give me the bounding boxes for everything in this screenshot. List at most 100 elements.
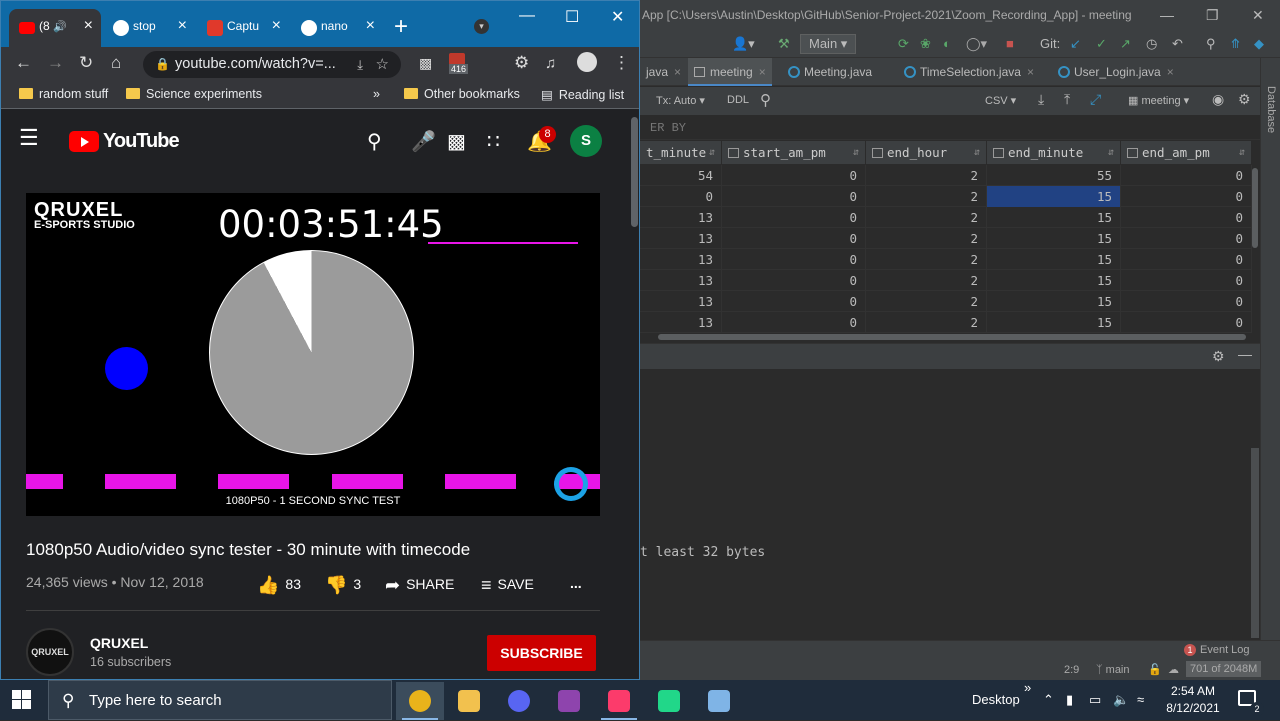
search-everywhere-icon[interactable]: ⚲ bbox=[1206, 36, 1216, 52]
coverage-icon[interactable]: ◐ bbox=[943, 36, 951, 51]
reload-icon[interactable]: ↻ bbox=[79, 53, 93, 73]
save-button[interactable]: ≡ SAVE bbox=[481, 575, 534, 596]
subscribe-button[interactable]: SUBSCRIBE bbox=[487, 635, 596, 671]
history-icon[interactable]: ◷ bbox=[1146, 36, 1157, 52]
search-icon[interactable]: ⚲ bbox=[367, 129, 382, 154]
tab-meeting[interactable]: meeting × bbox=[688, 58, 772, 86]
bookmark-star-icon[interactable]: ☆ bbox=[376, 51, 389, 78]
horizontal-scrollbar[interactable] bbox=[658, 334, 1246, 340]
media-control-icon[interactable]: ♫ bbox=[545, 55, 556, 72]
update-icon[interactable]: ⤊ bbox=[1230, 36, 1241, 52]
video-player[interactable]: QRUXEL E-SPORTS STUDIO 00:03:51:45 1080P… bbox=[26, 193, 600, 516]
bookmark-folder[interactable]: Science experiments bbox=[126, 87, 262, 101]
close-tab-icon[interactable]: × bbox=[178, 17, 187, 35]
table-cell[interactable]: 0 bbox=[1121, 165, 1252, 186]
youtube-logo-icon[interactable] bbox=[69, 131, 99, 152]
create-video-icon[interactable]: ▩ bbox=[447, 129, 466, 154]
taskbar-app-chrome[interactable] bbox=[396, 682, 444, 720]
table-cell[interactable]: 13 bbox=[640, 249, 722, 270]
channel-name[interactable]: QRUXEL bbox=[90, 635, 148, 651]
forward-icon[interactable]: → bbox=[47, 53, 64, 73]
lock-icon[interactable]: 🔓 bbox=[1148, 663, 1162, 676]
table-cell[interactable]: 15 bbox=[987, 207, 1121, 228]
close-tab-icon[interactable]: × bbox=[1027, 65, 1034, 79]
lock-icon[interactable]: 🔒 bbox=[155, 51, 170, 78]
run-config-dropdown[interactable]: Main ▾ bbox=[800, 34, 857, 54]
column-header[interactable]: end_am_pm ⇵ bbox=[1121, 141, 1252, 165]
table-cell[interactable]: 0 bbox=[1121, 186, 1252, 207]
column-header[interactable]: t_minute ⇵ bbox=[640, 141, 722, 165]
tab-timeselection-java[interactable]: TimeSelection.java × bbox=[898, 58, 1040, 86]
bookmark-folder[interactable]: random stuff bbox=[19, 87, 108, 101]
channel-avatar[interactable]: QRUXEL bbox=[26, 628, 74, 676]
apps-grid-icon[interactable]: ∷ bbox=[487, 129, 500, 154]
reading-list-button[interactable]: ▤ Reading list bbox=[541, 87, 624, 102]
wifi-icon[interactable]: ≈ bbox=[1137, 680, 1144, 720]
table-row[interactable]: 0 0 2 15 0 bbox=[640, 186, 1252, 207]
column-header[interactable]: end_minute ⇵ bbox=[987, 141, 1121, 165]
table-cell[interactable]: 0 bbox=[722, 228, 866, 249]
jetbrains-icon[interactable]: ◆ bbox=[1254, 36, 1264, 52]
upload-icon[interactable]: ⤒ bbox=[1064, 91, 1070, 108]
table-cell[interactable]: 2 bbox=[866, 270, 987, 291]
tab-user-login-java[interactable]: User_Login.java × bbox=[1052, 58, 1180, 86]
close-tab-icon[interactable]: × bbox=[674, 65, 681, 79]
microphone-icon[interactable]: 🎤 bbox=[411, 129, 436, 154]
bookmarks-overflow-button[interactable]: » bbox=[373, 87, 380, 101]
account-avatar[interactable]: S bbox=[570, 125, 602, 157]
user-icon[interactable]: 👤▾ bbox=[732, 36, 755, 52]
audio-playing-icon[interactable]: 🔊 bbox=[53, 21, 67, 33]
browser-tab-stop[interactable]: stop × bbox=[103, 9, 195, 47]
memory-indicator[interactable]: 701 of 2048M bbox=[1186, 661, 1262, 677]
ddl-button[interactable]: DDL bbox=[727, 94, 749, 106]
compare-icon[interactable]: ⤢ bbox=[1090, 91, 1101, 108]
share-button[interactable]: ➦ SHARE bbox=[385, 575, 454, 596]
table-cell[interactable]: 0 bbox=[1121, 312, 1252, 333]
tx-mode-dropdown[interactable]: Tx: Auto ▾ bbox=[656, 94, 705, 107]
new-tab-button[interactable]: + bbox=[394, 13, 408, 41]
menu-icon[interactable]: ⋮ bbox=[613, 53, 630, 73]
maximize-icon[interactable]: ☐ bbox=[565, 7, 579, 27]
close-tab-icon[interactable]: × bbox=[84, 17, 93, 35]
table-cell[interactable]: 15 bbox=[987, 249, 1121, 270]
bookmark-folder[interactable]: Other bookmarks bbox=[404, 87, 520, 101]
profile-icon[interactable]: ◯▾ bbox=[966, 36, 987, 52]
database-tool-strip[interactable]: Database bbox=[1260, 58, 1280, 658]
volume-icon[interactable]: 🔈 bbox=[1113, 680, 1129, 720]
table-row[interactable]: 54 0 2 55 0 bbox=[640, 165, 1252, 186]
git-commit-icon[interactable]: ✓ bbox=[1096, 36, 1107, 52]
taskbar-app-discord[interactable] bbox=[495, 682, 543, 720]
datasource-dropdown[interactable]: ▦ meeting ▾ bbox=[1128, 94, 1189, 107]
git-update-icon[interactable]: ↙ bbox=[1070, 36, 1081, 52]
sort-icon[interactable]: ⇵ bbox=[1239, 141, 1245, 165]
table-cell[interactable]: 2 bbox=[866, 228, 987, 249]
build-icon[interactable]: ⚒ bbox=[778, 36, 790, 52]
like-button[interactable]: 👍 83 bbox=[257, 575, 301, 596]
table-row[interactable]: 13 0 2 15 0 bbox=[640, 312, 1252, 333]
taskbar-clock[interactable]: 2:54 AM 8/12/2021 bbox=[1162, 683, 1224, 717]
extensions-puzzle-icon[interactable]: ⚙ bbox=[514, 53, 529, 73]
sort-icon[interactable]: ⇵ bbox=[974, 141, 980, 165]
column-header[interactable]: start_am_pm ⇵ bbox=[722, 141, 866, 165]
close-tab-icon[interactable]: × bbox=[366, 17, 375, 35]
table-row[interactable]: 13 0 2 15 0 bbox=[640, 207, 1252, 228]
hamburger-menu-icon[interactable]: ☰ bbox=[19, 125, 39, 151]
youtube-wordmark[interactable]: YouTube bbox=[103, 130, 180, 153]
minimize-icon[interactable]: — bbox=[519, 7, 535, 25]
debug-icon[interactable]: ❀ bbox=[920, 36, 931, 52]
table-cell[interactable]: 2 bbox=[866, 312, 987, 333]
address-bar[interactable]: 🔒 youtube.com/watch?v=... ⤓ ☆ bbox=[143, 51, 401, 78]
back-icon[interactable]: ← bbox=[15, 53, 32, 73]
table-cell[interactable]: 2 bbox=[866, 291, 987, 312]
browser-tab-youtube[interactable]: (8 🔊 × bbox=[9, 9, 101, 47]
browser-tab-nano[interactable]: nano × bbox=[291, 9, 383, 47]
eye-icon[interactable]: ◉ bbox=[1212, 91, 1224, 108]
page-scrollbar[interactable] bbox=[629, 111, 639, 679]
vcs-branch-widget[interactable]: ᛉ main bbox=[1096, 664, 1130, 676]
vertical-scrollbar[interactable] bbox=[1252, 168, 1258, 248]
table-cell[interactable]: 0 bbox=[722, 249, 866, 270]
tab-search-icon[interactable]: ▾ bbox=[474, 19, 489, 34]
sort-icon[interactable]: ⇵ bbox=[853, 141, 859, 165]
battery-icon[interactable]: ▭ bbox=[1089, 680, 1101, 720]
table-cell[interactable]: 2 bbox=[866, 186, 987, 207]
